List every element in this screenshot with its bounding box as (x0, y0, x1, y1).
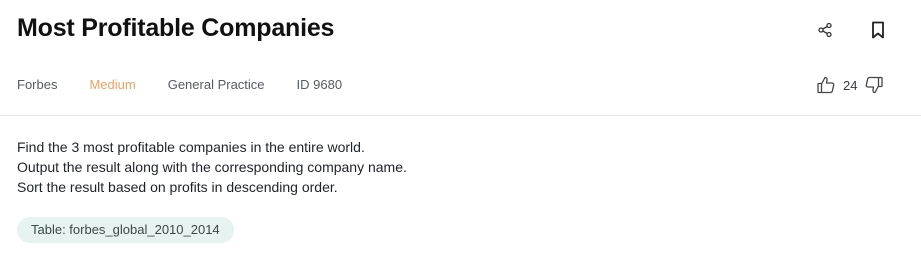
difficulty-badge: Medium (89, 77, 136, 92)
description-line: Sort the result based on profits in desc… (17, 179, 338, 195)
question-page: Most Profitable Companies Forbes Medium … (0, 0, 921, 256)
question-description: Find the 3 most profitable companies in … (17, 137, 407, 197)
table-chip[interactable]: Table: forbes_global_2010_2014 (17, 217, 234, 243)
question-header: Most Profitable Companies Forbes Medium … (0, 0, 921, 116)
vote-controls: 24 (815, 74, 885, 96)
bookmark-button[interactable] (866, 18, 890, 42)
thumbs-down-icon (866, 76, 884, 94)
upvote-count: 24 (843, 77, 858, 93)
share-button[interactable] (813, 18, 837, 42)
downvote-button[interactable] (863, 74, 885, 96)
thumbs-up-icon (817, 76, 835, 94)
question-meta: Forbes Medium General Practice ID 9680 (17, 77, 342, 92)
page-title: Most Profitable Companies (17, 14, 335, 42)
upvote-button[interactable] (815, 74, 837, 96)
description-line: Output the result along with the corresp… (17, 159, 407, 175)
description-line: Find the 3 most profitable companies in … (17, 139, 365, 155)
company-label: Forbes (17, 77, 58, 92)
question-id: ID 9680 (296, 77, 343, 92)
bookmark-icon (872, 21, 884, 39)
category-label: General Practice (167, 77, 265, 92)
share-icon (818, 22, 832, 38)
